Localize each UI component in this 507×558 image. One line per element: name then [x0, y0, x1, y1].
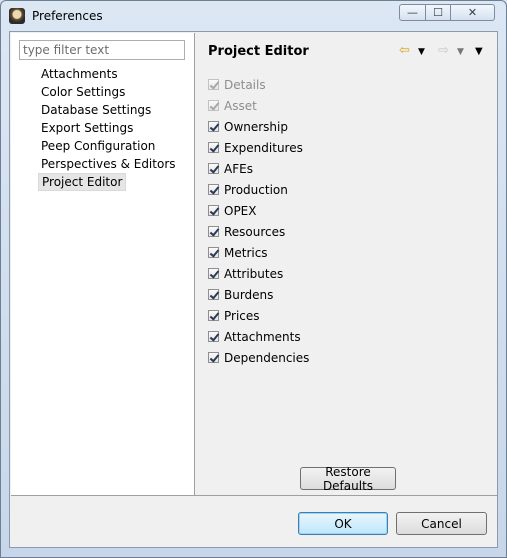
tree-item[interactable]: Database Settings [38, 101, 179, 119]
preferences-window: Preferences — ☐ ✕ Attachments Color Setti… [0, 0, 507, 558]
window-title: Preferences [32, 9, 103, 23]
back-history-dropdown-icon[interactable]: ▼ [418, 47, 425, 57]
checkbox-row[interactable]: Dependencies [208, 347, 309, 368]
restore-defaults-button[interactable]: Restore Defaults [300, 465, 396, 493]
close-icon: ✕ [467, 6, 478, 19]
tree-item[interactable]: Export Settings [38, 119, 179, 137]
checkbox-label: Asset [224, 98, 257, 113]
checkbox[interactable] [208, 289, 219, 300]
tree-item-label: Color Settings [41, 85, 126, 99]
checkbox-label: Production [224, 182, 288, 197]
tree-item[interactable]: Peep Configuration [38, 137, 179, 155]
forward-arrow-icon[interactable]: ⇨ [438, 43, 449, 58]
checkbox-label: Metrics [224, 245, 268, 260]
tree-item-label: Database Settings [41, 103, 152, 117]
checkbox-label: Attachments [224, 329, 301, 344]
tree-item-label: Attachments [41, 67, 118, 81]
checkbox-row[interactable]: Attachments [208, 326, 309, 347]
checkbox-row[interactable]: Prices [208, 305, 309, 326]
tree-item-label: Peep Configuration [41, 139, 156, 153]
checkbox[interactable] [208, 121, 219, 132]
view-menu-icon[interactable]: ▼ [475, 46, 483, 57]
checkbox[interactable] [208, 331, 219, 342]
checkbox[interactable] [208, 226, 219, 237]
checkbox-row: Asset [208, 95, 309, 116]
checkbox-label: Attributes [224, 266, 284, 281]
title-bar[interactable]: Preferences — ☐ ✕ [1, 1, 506, 31]
ok-button[interactable]: OK [298, 512, 388, 535]
checkbox-row[interactable]: Attributes [208, 263, 309, 284]
checkbox-label: Burdens [224, 287, 274, 302]
close-button[interactable]: ✕ [450, 4, 495, 21]
forward-history-dropdown-icon[interactable]: ▼ [457, 47, 464, 57]
tree-item[interactable]: Perspectives & Editors [38, 155, 179, 173]
checkbox-row[interactable]: Resources [208, 221, 309, 242]
checkbox-label: Resources [224, 224, 286, 239]
page-title: Project Editor [208, 44, 309, 59]
maximize-button[interactable]: ☐ [425, 4, 451, 21]
checkbox-row[interactable]: Burdens [208, 284, 309, 305]
tree-item-label: Export Settings [41, 121, 134, 135]
checkbox-list: Details Asset Ownership Expenditures AFEs Pro… [208, 74, 309, 368]
checkbox-row[interactable]: Production [208, 179, 309, 200]
preference-tree: Attachments Color Settings Database Settin… [38, 65, 179, 191]
checkbox-label: Expenditures [224, 140, 303, 155]
checkbox-label: Ownership [224, 119, 288, 134]
cancel-button[interactable]: Cancel [396, 512, 487, 535]
tree-item[interactable]: Attachments [38, 65, 179, 83]
checkbox-row[interactable]: Metrics [208, 242, 309, 263]
checkbox [208, 100, 219, 111]
checkbox-row[interactable]: Expenditures [208, 137, 309, 158]
checkbox [208, 79, 219, 90]
checkbox[interactable] [208, 163, 219, 174]
checkbox[interactable] [208, 247, 219, 258]
filter-input[interactable] [19, 40, 185, 60]
checkbox[interactable] [208, 352, 219, 363]
button-bar-separator [11, 495, 497, 496]
checkbox[interactable] [208, 142, 219, 153]
checkbox-row: Details [208, 74, 309, 95]
checkbox-label: Details [224, 77, 266, 92]
checkbox-label: OPEX [224, 203, 257, 218]
preference-tree-panel: Attachments Color Settings Database Settin… [11, 33, 195, 495]
maximize-icon: ☐ [433, 6, 443, 19]
checkbox-row[interactable]: OPEX [208, 200, 309, 221]
checkbox-row[interactable]: AFEs [208, 158, 309, 179]
checkbox-label: Dependencies [224, 350, 310, 365]
app-icon [9, 8, 25, 24]
tree-item-label: Perspectives & Editors [41, 157, 176, 171]
back-arrow-icon[interactable]: ⇦ [399, 43, 410, 58]
checkbox-label: Prices [224, 308, 260, 323]
tree-item-label: Project Editor [38, 173, 127, 191]
checkbox[interactable] [208, 310, 219, 321]
minimize-icon: — [407, 6, 418, 19]
dialog-client-area: Attachments Color Settings Database Settin… [9, 31, 498, 548]
tree-item[interactable]: Color Settings [38, 83, 179, 101]
preference-page: Project Editor ⇦ ▼ ⇨ ▼ ▼ Details Asset Own… [195, 33, 497, 495]
checkbox[interactable] [208, 268, 219, 279]
checkbox[interactable] [208, 184, 219, 195]
checkbox[interactable] [208, 205, 219, 216]
checkbox-row[interactable]: Ownership [208, 116, 309, 137]
tree-item[interactable]: Project Editor [38, 173, 179, 191]
checkbox-label: AFEs [224, 161, 253, 176]
minimize-button[interactable]: — [399, 4, 426, 21]
